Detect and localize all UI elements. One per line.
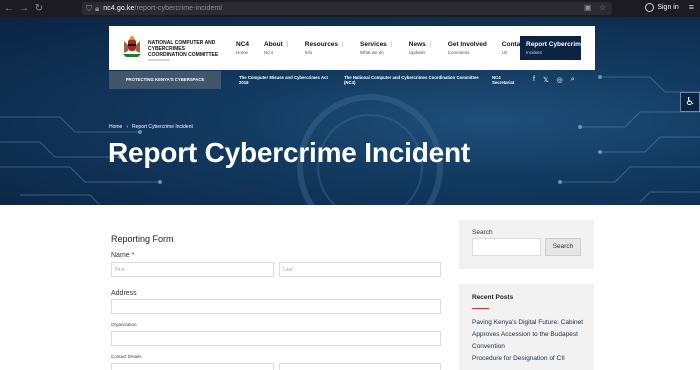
lock-icon[interactable]: 🔒︎ [95,4,99,14]
nav-item-get-involved[interactable]: Get Involved Comments [448,41,487,55]
site-header: National Computer and Cybercrimes Coordi… [109,26,595,70]
chevron-down-icon: ⋮ [284,42,290,48]
x-icon[interactable]: 𝕏 [543,76,549,84]
search-input[interactable] [472,238,541,256]
nav-item-resources[interactable]: Resources ⋮ Info [305,41,345,55]
breadcrumb-home[interactable]: Home [109,124,122,130]
kenya-coat-of-arms-logo[interactable] [121,35,143,59]
reload-icon[interactable]: ↻ [33,3,45,15]
contact-input-1[interactable] [111,363,274,370]
nav-item-about[interactable]: About ⋮ NC4 [264,41,290,55]
page-title: Report Cybercrime Incident [108,137,470,168]
recent-posts-widget: Recent Posts Paving Kenya's Digital Futu… [459,284,594,370]
address-label: Address [111,290,137,297]
last-name-input[interactable]: Last [279,262,441,277]
instagram-icon[interactable]: ◎ [557,76,563,84]
breadcrumb: Home › Report Cybercrime Incident [109,124,193,130]
recent-post-link[interactable]: Paving Kenya's Digital Future: Cabinet A… [472,317,590,353]
chevron-down-icon: ⋮ [388,42,394,48]
reader-view-icon[interactable]: ▣ [584,3,592,12]
search-icon[interactable]: ⌕ [571,76,575,84]
hamburger-menu-icon[interactable]: ≡ [689,2,694,12]
address-input[interactable] [111,299,441,314]
forward-icon[interactable]: → [18,3,30,15]
accessibility-icon[interactable]: ♿︎ [680,92,700,112]
form-heading: Reporting Form [111,234,174,244]
organization-label: Organization [111,322,137,327]
chevron-down-icon: ⋮ [427,42,433,48]
chevron-down-icon: ⋮ [340,42,346,48]
main-nav: NC4 Home About ⋮ NC4 Resources ⋮ Info Serv… [236,41,541,55]
breadcrumb-current: Report Cybercrime Incident [132,124,193,130]
back-icon[interactable]: ← [3,3,15,15]
signin-button[interactable]: Sign in [657,4,678,11]
shield-icon[interactable]: ⛉ [86,4,92,14]
ticker-item[interactable]: NC4 Secretariat [492,75,522,85]
name-label: Name * [111,252,135,259]
nav-item-services[interactable]: Services ⋮ What we do [360,41,394,55]
ticker-item[interactable]: The National Computer and Cybercrimes Co… [344,75,479,85]
nav-item-home[interactable]: NC4 Home [236,41,249,55]
browser-toolbar: ← → ↻ ⛉ 🔒︎ nc4.go.ke/report-cybercrime-i… [0,0,700,17]
search-widget: Search Search [459,220,594,269]
contact-details-label: Contact Details [111,354,142,359]
first-name-input[interactable]: First [111,262,274,277]
report-cybercrime-button[interactable]: Report Cybercrime Incident [520,36,585,60]
news-strip: Protecting Kenya's Cyberspace The Comput… [109,71,595,89]
org-name[interactable]: National Computer and Cybercrimes Coordi… [148,40,220,58]
title-underline [472,308,489,309]
contact-input-2[interactable] [279,363,441,370]
search-button[interactable]: Search [545,238,581,256]
recent-posts-title: Recent Posts [472,294,514,301]
address-bar[interactable]: ⛉ 🔒︎ nc4.go.ke/report-cybercrime-inciden… [82,2,612,15]
account-icon[interactable] [645,2,655,12]
url-text: nc4.go.ke/report-cybercrime-incident/ [103,5,223,12]
org-tagline: ━━━━━━━━━━━━ [148,58,170,62]
recent-post-link[interactable]: Procedure for Designation of CII [472,353,590,365]
organization-input[interactable] [111,331,441,346]
strip-label: Protecting Kenya's Cyberspace [109,71,221,89]
search-label: Search [472,229,493,236]
ticker-item[interactable]: The Computer Misuse and Cybercrimes Act … [239,75,329,85]
social-links: f 𝕏 ◎ ⌕ [533,76,583,84]
facebook-icon[interactable]: f [533,76,535,84]
bookmark-star-icon[interactable]: ☆ [599,3,606,12]
hero-banner: National Computer and Cybercrimes Coordi… [0,17,700,205]
nav-item-news[interactable]: News ⋮ Updates [409,41,433,55]
